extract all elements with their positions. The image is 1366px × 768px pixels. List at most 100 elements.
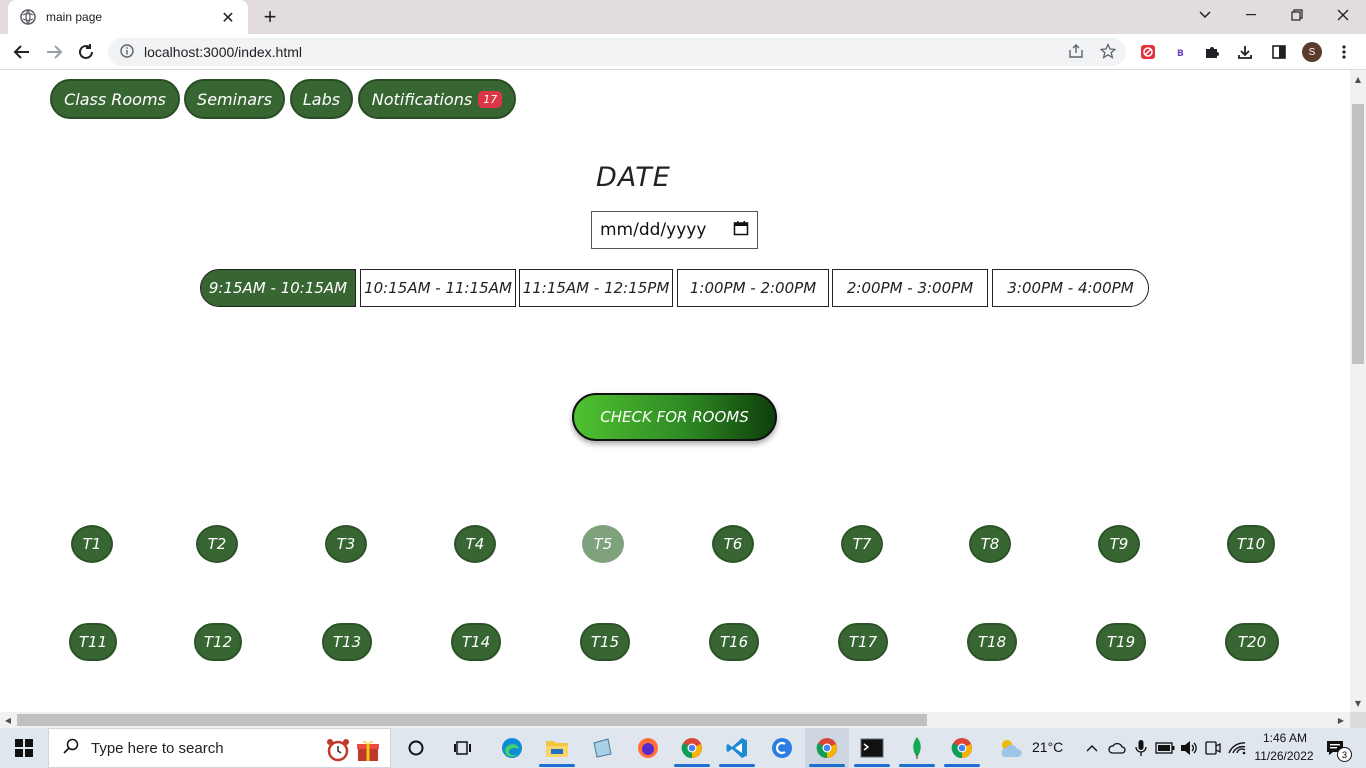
nav-class-rooms-button[interactable]: Class Rooms (50, 79, 180, 119)
scroll-down-arrow-icon[interactable]: ▼ (1350, 696, 1366, 710)
firefox-icon[interactable] (626, 728, 670, 768)
room-t8-button[interactable]: T8 (969, 525, 1011, 563)
room-t17-button[interactable]: T17 (838, 623, 888, 661)
new-tab-button[interactable]: + (258, 4, 282, 29)
edge-icon[interactable] (490, 728, 534, 768)
weather-temperature[interactable]: 21°C (1032, 739, 1063, 755)
horizontal-scrollbar[interactable]: ◀ ▶ (0, 712, 1350, 728)
address-bar[interactable]: localhost:3000/index.html (108, 38, 1126, 66)
forward-arrow-icon[interactable] (40, 38, 68, 66)
more-menu-icon[interactable] (1333, 41, 1355, 63)
room-t11-button[interactable]: T11 (69, 623, 117, 661)
notepad-icon[interactable] (580, 728, 624, 768)
chrome-icon[interactable] (670, 728, 714, 768)
vscode-icon[interactable] (715, 728, 759, 768)
restore-button[interactable] (1274, 0, 1320, 30)
room-t14-button[interactable]: T14 (451, 623, 501, 661)
back-arrow-icon[interactable] (8, 38, 36, 66)
scroll-up-arrow-icon[interactable]: ▲ (1350, 72, 1366, 86)
room-t20-button[interactable]: T20 (1225, 623, 1279, 661)
room-label: T4 (465, 535, 485, 553)
close-tab-icon[interactable]: ✕ (218, 7, 238, 27)
mongodb-icon[interactable] (895, 728, 939, 768)
room-t6-button[interactable]: T6 (712, 525, 754, 563)
gift-icon (355, 737, 381, 767)
close-window-button[interactable] (1320, 0, 1366, 30)
onedrive-cloud-icon[interactable] (1106, 728, 1128, 768)
scroll-left-arrow-icon[interactable]: ◀ (1, 712, 15, 728)
page-viewport: Class Rooms Seminars Labs Notifications … (0, 70, 1350, 712)
room-t16-button[interactable]: T16 (709, 623, 759, 661)
scroll-right-arrow-icon[interactable]: ▶ (1334, 712, 1348, 728)
blocker-extension-icon[interactable] (1137, 41, 1159, 63)
time-slot-3[interactable]: 11:15AM - 12:15PM (519, 269, 673, 307)
wifi-icon[interactable] (1226, 728, 1248, 768)
minimize-button[interactable] (1228, 0, 1274, 30)
room-t2-button[interactable]: T2 (196, 525, 238, 563)
microphone-icon[interactable] (1130, 728, 1152, 768)
vertical-scroll-thumb[interactable] (1352, 104, 1364, 364)
terminal-icon[interactable] (850, 728, 894, 768)
room-t12-button[interactable]: T12 (194, 623, 242, 661)
check-for-rooms-button[interactable]: CHECK FOR ROOMS (572, 393, 777, 441)
meet-now-icon[interactable] (1202, 728, 1224, 768)
horizontal-scroll-thumb[interactable] (17, 714, 927, 726)
cortana-icon[interactable] (394, 728, 438, 768)
tray-chevron-up-icon[interactable] (1082, 728, 1102, 768)
vertical-scrollbar[interactable]: ▲ ▼ (1350, 70, 1366, 712)
check-for-rooms-label: CHECK FOR ROOMS (600, 408, 749, 426)
browser-c-icon[interactable] (760, 728, 804, 768)
task-view-icon[interactable] (441, 728, 485, 768)
room-t3-button[interactable]: T3 (325, 525, 367, 563)
reload-icon[interactable] (72, 38, 100, 66)
weather-icon[interactable] (990, 728, 1030, 768)
nav-labs-button[interactable]: Labs (290, 79, 353, 119)
calendar-icon[interactable] (733, 220, 749, 241)
clock-date[interactable]: 11/26/2022 (1251, 749, 1317, 763)
date-input[interactable]: mm/dd/yyyy (591, 211, 758, 249)
side-panel-icon[interactable] (1268, 41, 1290, 63)
room-label: T14 (461, 633, 491, 651)
room-t7-button[interactable]: T7 (841, 525, 883, 563)
room-t15-button[interactable]: T15 (580, 623, 630, 661)
tab-title: main page (46, 10, 103, 24)
room-t18-button[interactable]: T18 (967, 623, 1017, 661)
room-label: T9 (1109, 535, 1129, 553)
room-t13-button[interactable]: T13 (322, 623, 372, 661)
nav-seminars-button[interactable]: Seminars (184, 79, 285, 119)
room-t10-button[interactable]: T10 (1227, 525, 1275, 563)
battery-icon[interactable] (1154, 728, 1176, 768)
nav-notifications-button[interactable]: Notifications 17 (358, 79, 516, 119)
time-slot-4[interactable]: 1:00PM - 2:00PM (677, 269, 829, 307)
time-slot-6[interactable]: 3:00PM - 4:00PM (992, 269, 1149, 307)
active-indicator (539, 764, 575, 767)
browser-tab[interactable]: main page ✕ (8, 0, 248, 34)
room-label: T2 (207, 535, 227, 553)
windows-start-icon[interactable] (2, 728, 46, 768)
file-explorer-icon[interactable] (535, 728, 579, 768)
time-slot-2[interactable]: 10:15AM - 11:15AM (360, 269, 516, 307)
taskbar-search-box[interactable]: Type here to search (48, 728, 391, 768)
room-t9-button[interactable]: T9 (1098, 525, 1140, 563)
room-t5-button[interactable]: T5 (582, 525, 624, 563)
room-t4-button[interactable]: T4 (454, 525, 496, 563)
bookmark-star-icon[interactable] (1097, 40, 1119, 62)
time-slot-1[interactable]: 9:15AM - 10:15AM (200, 269, 356, 307)
info-icon[interactable] (120, 43, 134, 62)
chrome-profile-icon[interactable] (805, 728, 849, 768)
time-slot-5[interactable]: 2:00PM - 3:00PM (832, 269, 988, 307)
tab-search-chevron-icon[interactable] (1182, 0, 1228, 30)
clock-time[interactable]: 1:46 AM (1254, 731, 1316, 745)
active-indicator (674, 764, 710, 767)
chrome-second-profile-icon[interactable] (940, 728, 984, 768)
volume-icon[interactable] (1178, 728, 1200, 768)
action-center-icon[interactable]: 3 (1320, 728, 1352, 768)
bootstrap-extension-icon[interactable]: B (1169, 41, 1191, 63)
puzzle-extensions-icon[interactable] (1201, 41, 1223, 63)
room-t1-button[interactable]: T1 (71, 525, 113, 563)
room-t19-button[interactable]: T19 (1096, 623, 1146, 661)
download-icon[interactable] (1234, 41, 1256, 63)
share-icon[interactable] (1065, 40, 1087, 62)
active-indicator (944, 764, 980, 767)
profile-avatar[interactable]: S (1301, 41, 1323, 63)
